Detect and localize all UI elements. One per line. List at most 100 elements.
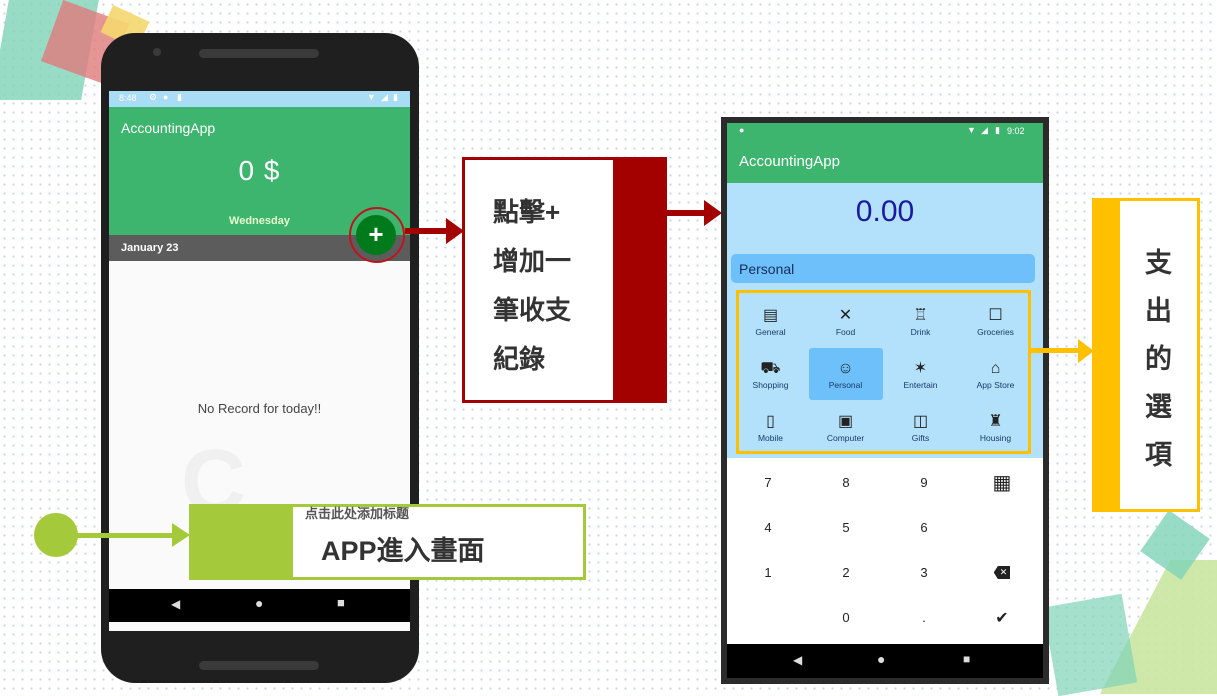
settings-icon: ⚙: [149, 92, 158, 102]
category-item[interactable]: ▤ General: [733, 295, 808, 348]
back-icon[interactable]: ◀: [171, 597, 180, 611]
phone-screen-right: ● ▼ ◢ ▮ 9:02 AccountingApp 0.00 Personal…: [727, 123, 1043, 678]
callout-char: 選: [1145, 392, 1172, 422]
sim-icon: ▮: [177, 92, 182, 102]
mobile-icon: ▯: [766, 412, 775, 430]
callout-add-record-panel: 點擊+ 增加一 筆收支 紀錄: [465, 160, 613, 400]
category-item-selected[interactable]: ☺ Personal: [808, 348, 883, 401]
category-label: Personal: [828, 379, 863, 390]
recents-icon[interactable]: ■: [963, 652, 970, 666]
key-1[interactable]: 1: [729, 550, 807, 595]
category-item[interactable]: ⌂ App Store: [958, 348, 1033, 401]
drink-icon: ♖: [913, 306, 928, 324]
arrow-head-red-2: [704, 200, 722, 226]
confirm-button[interactable]: ✔: [963, 595, 1041, 640]
key-0[interactable]: 0: [807, 595, 885, 640]
key-7[interactable]: 7: [729, 460, 807, 505]
arrow-shaft-red-2: [667, 210, 707, 216]
key-8[interactable]: 8: [807, 460, 885, 505]
back-icon[interactable]: ◀: [793, 653, 802, 667]
category-label: Drink: [910, 326, 931, 337]
category-label: Gifts: [911, 432, 930, 443]
status-time: 9:02: [1007, 126, 1025, 136]
callout-add-record: 點擊+ 增加一 筆收支 紀錄: [462, 157, 667, 403]
category-label: Housing: [979, 432, 1012, 443]
category-item[interactable]: ◫ Gifts: [883, 401, 958, 454]
callout-char: 的: [1145, 344, 1172, 374]
selected-category-field[interactable]: Personal: [731, 254, 1035, 283]
title-placeholder[interactable]: 点击此处添加标题: [305, 503, 409, 522]
callout-app-entry-panel: 点击此处添加标题 APP進入畫面: [293, 506, 583, 577]
deco-teal-shape-right: [1042, 593, 1138, 696]
key-4[interactable]: 4: [729, 505, 807, 550]
category-item[interactable]: ▯ Mobile: [733, 401, 808, 454]
category-label: Computer: [826, 432, 865, 443]
category-label: Food: [835, 326, 856, 337]
wifi-icon: ▼: [367, 92, 376, 102]
category-grid: ▤ General ✕ Food ♖ Drink ☐ Groceries ⛟ Shoppi…: [733, 295, 1033, 454]
app-title: AccountingApp: [121, 120, 216, 136]
category-label: Shopping: [752, 379, 789, 390]
gift-icon: ◫: [912, 412, 929, 430]
wifi-icon: ▼: [967, 125, 976, 135]
calculator-icon: ▦: [992, 472, 1012, 494]
number-keypad: 7 8 9 ▦ 4 5 6 1 2 3 ✕ 0 . ✔: [729, 460, 1041, 640]
empty-key: [963, 505, 1041, 550]
battery-icon: ▮: [995, 125, 1000, 135]
callout-char: 支: [1145, 248, 1172, 278]
check-circle-icon: ✔: [995, 609, 1009, 627]
recents-icon[interactable]: ■: [337, 595, 345, 610]
category-item[interactable]: ⛟ Shopping: [733, 348, 808, 401]
callout-add-record-text: 點擊+ 增加一 筆收支 紀錄: [493, 188, 571, 384]
calculator-button[interactable]: ▦: [963, 460, 1041, 505]
speaker-grille-bottom: [199, 661, 319, 670]
callout-expense-options-text: 支 出 的 選 項: [1120, 239, 1197, 479]
key-3[interactable]: 3: [885, 550, 963, 595]
category-item[interactable]: ✕ Food: [808, 295, 883, 348]
backspace-button[interactable]: ✕: [963, 550, 1041, 595]
phone-frame-right: ● ▼ ◢ ▮ 9:02 AccountingApp 0.00 Personal…: [721, 117, 1049, 684]
nav-bar-right: ◀ ● ■: [727, 644, 1043, 678]
key-6[interactable]: 6: [885, 505, 963, 550]
cart-icon: ⛟: [760, 359, 781, 377]
category-item[interactable]: ♖ Drink: [883, 295, 958, 348]
balance-amount: 0 $: [238, 155, 281, 186]
add-record-button[interactable]: +: [356, 215, 396, 255]
category-label: Groceries: [977, 326, 1014, 337]
status-bar-right: ● ▼ ◢ ▮ 9:02: [727, 123, 1043, 141]
key-dot[interactable]: .: [885, 595, 963, 640]
category-label: Mobile: [757, 432, 784, 443]
key-9[interactable]: 9: [885, 460, 963, 505]
app-header-right: AccountingApp: [727, 141, 1043, 183]
status-bar: 8:48 ⚙ ● ▮ ▼ ◢ ▮: [109, 91, 410, 107]
status-time: 8:48: [119, 93, 137, 103]
utensils-icon: ✕: [838, 306, 853, 324]
callout-line: 點擊+: [493, 197, 561, 227]
phone-frame-left: 8:48 ⚙ ● ▮ ▼ ◢ ▮ AccountingApp 0 $ Wedne…: [101, 33, 419, 683]
arrow-shaft-red: [405, 228, 450, 234]
callout-expense-options: 支 出 的 選 項: [1092, 198, 1200, 512]
selected-category-label: Personal: [739, 261, 795, 277]
nav-bar: ◀ ● ■: [109, 589, 410, 622]
camera-icon: [153, 48, 161, 56]
home-icon[interactable]: ●: [877, 651, 885, 667]
arrow-shaft-lime: [70, 533, 180, 538]
key-5[interactable]: 5: [807, 505, 885, 550]
sparkle-icon: ✶: [913, 359, 928, 377]
entry-panel: 0.00 Personal ▤ General ✕ Food ♖ Drink ☐ Gro…: [727, 183, 1043, 458]
speaker-grille: [199, 49, 319, 58]
category-item[interactable]: ▣ Computer: [808, 401, 883, 454]
key-2[interactable]: 2: [807, 550, 885, 595]
home-icon[interactable]: ●: [255, 595, 263, 611]
category-item[interactable]: ☐ Groceries: [958, 295, 1033, 348]
amount-display: 0.00: [855, 195, 915, 228]
category-item[interactable]: ✶ Entertain: [883, 348, 958, 401]
battery-icon: ▮: [393, 92, 398, 102]
arrow-head-lime: [172, 523, 190, 547]
signal-icon: ◢: [381, 92, 388, 102]
housing-icon: ♜: [988, 412, 1003, 430]
computer-icon: ▣: [837, 412, 854, 430]
category-item[interactable]: ♜ Housing: [958, 401, 1033, 454]
empty-key: [729, 595, 807, 640]
date-label: January 23: [121, 242, 179, 254]
